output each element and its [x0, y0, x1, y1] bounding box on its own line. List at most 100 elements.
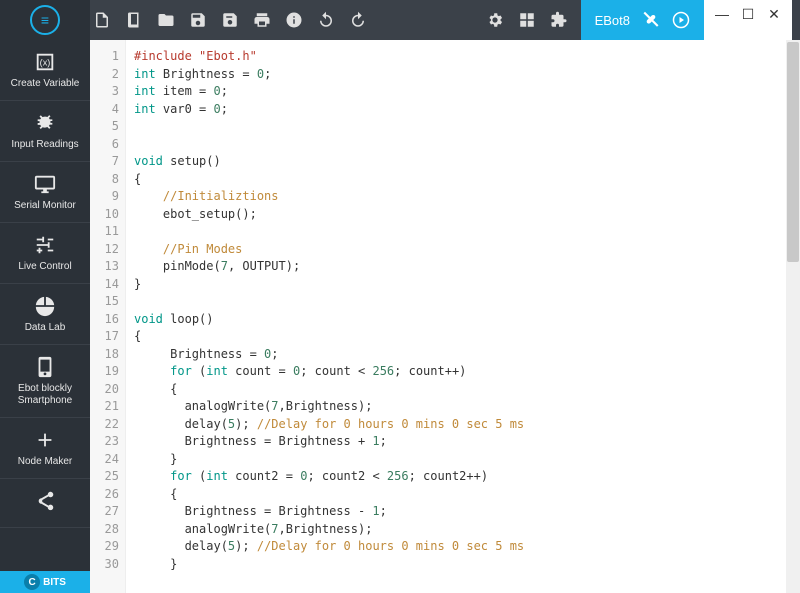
sidebar-item-3[interactable]: Live Control	[0, 223, 90, 284]
line-number: 17	[90, 328, 119, 346]
code-line: Brightness = 0;	[134, 346, 792, 364]
code-line: analogWrite(7,Brightness);	[134, 398, 792, 416]
line-number: 24	[90, 451, 119, 469]
code-line: delay(5); //Delay for 0 hours 0 mins 0 s…	[134, 538, 792, 556]
sidebar: ≡ (x)Create VariableInput ReadingsSerial…	[0, 40, 90, 593]
code-line: #include "Ebot.h"	[134, 48, 792, 66]
layout-icon[interactable]	[513, 6, 541, 34]
code-line: Brightness = Brightness + 1;	[134, 433, 792, 451]
device-tab-label: EBot8	[595, 13, 630, 28]
maximize-button[interactable]: ☐	[740, 6, 756, 22]
app-root: EBot8 — ☐ ✕ ≡ (x) Create Variable Input Re…	[0, 0, 800, 593]
code-editor[interactable]: 1234567891011121314151617181920212223242…	[90, 40, 800, 593]
line-number: 22	[90, 416, 119, 434]
code-line	[134, 136, 792, 154]
sidebar-item-0[interactable]: (x) Create Variable	[0, 40, 90, 101]
scrollbar-thumb[interactable]	[787, 42, 799, 262]
info-icon[interactable]	[280, 6, 308, 34]
line-number: 18	[90, 346, 119, 364]
line-number: 21	[90, 398, 119, 416]
save-icon[interactable]	[184, 6, 212, 34]
sidebar-item-label: Create Variable	[11, 78, 80, 90]
code-line: {	[134, 171, 792, 189]
redo-icon[interactable]	[344, 6, 372, 34]
sidebar-item-7[interactable]	[0, 479, 90, 528]
vertical-scrollbar[interactable]	[786, 40, 800, 593]
book-icon[interactable]	[120, 6, 148, 34]
line-number: 1	[90, 48, 119, 66]
line-number: 20	[90, 381, 119, 399]
code-line: }	[134, 556, 792, 574]
top-toolbar: EBot8 — ☐ ✕	[0, 0, 800, 40]
code-line: }	[134, 451, 792, 469]
phone-icon	[33, 355, 57, 379]
sidebar-item-label: Input Readings	[11, 139, 78, 151]
line-number: 25	[90, 468, 119, 486]
code-line	[134, 223, 792, 241]
play-icon[interactable]	[672, 11, 690, 29]
code-line: delay(5); //Delay for 0 hours 0 mins 0 s…	[134, 416, 792, 434]
undo-icon[interactable]	[312, 6, 340, 34]
open-folder-icon[interactable]	[152, 6, 180, 34]
window-controls: — ☐ ✕	[704, 0, 792, 40]
code-line: {	[134, 486, 792, 504]
line-number: 26	[90, 486, 119, 504]
line-number: 3	[90, 83, 119, 101]
code-line: analogWrite(7,Brightness);	[134, 521, 792, 539]
code-line: void loop()	[134, 311, 792, 329]
toolbar-right-group	[481, 6, 573, 34]
monitor-icon	[33, 172, 57, 196]
puzzle-icon[interactable]	[545, 6, 573, 34]
code-line: int var0 = 0;	[134, 101, 792, 119]
line-number: 11	[90, 223, 119, 241]
bug-icon	[33, 111, 57, 135]
sidebar-item-5[interactable]: Ebot blockly Smartphone	[0, 345, 90, 418]
body-row: ≡ (x)Create VariableInput ReadingsSerial…	[0, 40, 800, 593]
sidebar-item-label: Serial Monitor	[14, 200, 76, 212]
sidebar-item-6[interactable]: Node Maker	[0, 418, 90, 479]
line-number: 8	[90, 171, 119, 189]
code-line: int Brightness = 0;	[134, 66, 792, 84]
line-number: 13	[90, 258, 119, 276]
line-number: 16	[90, 311, 119, 329]
code-area[interactable]: #include "Ebot.h"int Brightness = 0; int …	[126, 40, 800, 593]
line-number: 29	[90, 538, 119, 556]
code-line: {	[134, 328, 792, 346]
app-logo[interactable]: ≡	[0, 0, 90, 40]
variable-icon: (x)	[33, 50, 57, 74]
sidebar-item-2[interactable]: Serial Monitor	[0, 162, 90, 223]
line-number: 4	[90, 101, 119, 119]
sidebar-item-1[interactable]: Input Readings	[0, 101, 90, 162]
line-number: 23	[90, 433, 119, 451]
line-number: 27	[90, 503, 119, 521]
plus-icon	[33, 428, 57, 452]
code-line: Brightness = Brightness - 1;	[134, 503, 792, 521]
print-icon[interactable]	[248, 6, 276, 34]
sidebar-item-label: Ebot blockly Smartphone	[18, 383, 72, 407]
gear-icon[interactable]	[481, 6, 509, 34]
close-button[interactable]: ✕	[766, 6, 782, 22]
sidebar-item-label: Live Control	[18, 261, 71, 273]
line-number: 30	[90, 556, 119, 574]
line-number: 28	[90, 521, 119, 539]
line-number: 6	[90, 136, 119, 154]
minimize-button[interactable]: —	[714, 6, 730, 22]
sidebar-footer-label: BITS	[43, 577, 66, 588]
line-gutter: 1234567891011121314151617181920212223242…	[90, 40, 126, 593]
line-number: 12	[90, 241, 119, 259]
piechart-icon	[33, 294, 57, 318]
code-line: //Initializtions	[134, 188, 792, 206]
tools-icon[interactable]	[642, 11, 660, 29]
code-line	[134, 293, 792, 311]
code-line: void setup()	[134, 153, 792, 171]
device-tab[interactable]: EBot8	[581, 0, 704, 40]
save-all-icon[interactable]	[216, 6, 244, 34]
sidebar-footer: CBITS	[0, 571, 90, 593]
line-number: 15	[90, 293, 119, 311]
line-number: 5	[90, 118, 119, 136]
line-number: 19	[90, 363, 119, 381]
code-line: //Pin Modes	[134, 241, 792, 259]
svg-text:(x): (x)	[40, 58, 51, 68]
new-file-icon[interactable]	[88, 6, 116, 34]
sidebar-item-4[interactable]: Data Lab	[0, 284, 90, 345]
